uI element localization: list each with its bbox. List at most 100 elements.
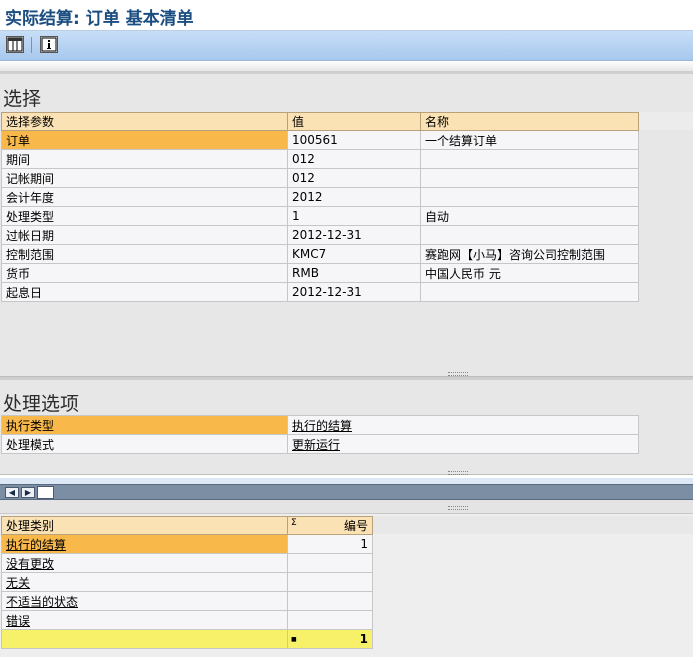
category-header-row: 处理类别 Σ 编号 xyxy=(1,516,373,535)
toolbar-separator xyxy=(31,37,32,53)
layout-icon[interactable] xyxy=(6,36,24,53)
options-title: 处理选项 xyxy=(3,393,80,415)
header-category[interactable]: 处理类别 xyxy=(1,516,288,535)
table-row[interactable]: 起息日 2012-12-31 xyxy=(1,282,639,302)
param-cell[interactable]: 会计年度 xyxy=(1,187,288,207)
name-cell[interactable] xyxy=(420,168,639,188)
name-cell[interactable] xyxy=(420,225,639,245)
splitter-grip[interactable] xyxy=(448,471,468,475)
category-link[interactable]: 错误 xyxy=(6,614,30,628)
scroll-left-button[interactable]: ◀ xyxy=(5,487,19,498)
count-cell[interactable] xyxy=(287,591,373,611)
param-cell[interactable]: 处理类型 xyxy=(1,206,288,226)
value-cell[interactable]: 100561 xyxy=(287,130,421,150)
option-value[interactable]: 更新运行 xyxy=(287,434,639,454)
category-link[interactable]: 不适当的状态 xyxy=(6,595,78,609)
scroll-right-button[interactable]: ▶ xyxy=(21,487,35,498)
value-cell[interactable]: 1 xyxy=(287,206,421,226)
value-cell[interactable]: RMB xyxy=(287,263,421,283)
value-cell[interactable]: KMC7 xyxy=(287,244,421,264)
value-cell[interactable]: 2012-12-31 xyxy=(287,225,421,245)
selection-header-row: 选择参数 值 名称 xyxy=(1,112,639,131)
category-cell[interactable]: 不适当的状态 xyxy=(1,591,288,611)
param-cell[interactable]: 过帐日期 xyxy=(1,225,288,245)
param-cell[interactable]: 期间 xyxy=(1,149,288,169)
table-row[interactable]: 会计年度 2012 xyxy=(1,187,639,207)
option-label[interactable]: 处理模式 xyxy=(1,434,288,454)
selection-title: 选择 xyxy=(3,88,42,110)
window-title: 实际结算: 订单 基本清单 xyxy=(5,9,194,29)
option-label[interactable]: 执行类型 xyxy=(1,415,288,435)
count-cell[interactable]: 1 xyxy=(287,534,373,554)
table-row[interactable]: 执行的结算 1 xyxy=(1,534,373,554)
category-link[interactable]: 执行的结算 xyxy=(6,538,66,552)
category-area: 处理类别 Σ 编号 执行的结算 1 没有更改 无关 不适当的状态 错误 ■ 1 xyxy=(0,514,693,657)
category-cell[interactable]: 无关 xyxy=(1,572,288,592)
table-row[interactable]: 执行类型 执行的结算 xyxy=(1,415,639,435)
param-cell[interactable]: 控制范围 xyxy=(1,244,288,264)
param-cell[interactable]: 起息日 xyxy=(1,282,288,302)
total-row[interactable]: ■ 1 xyxy=(1,629,373,649)
value-cell[interactable]: 012 xyxy=(287,168,421,188)
table-row[interactable]: 过帐日期 2012-12-31 xyxy=(1,225,639,245)
param-cell[interactable]: 记帐期间 xyxy=(1,168,288,188)
category-cell[interactable]: 错误 xyxy=(1,610,288,630)
category-cell[interactable]: 没有更改 xyxy=(1,553,288,573)
header-count-label: 编号 xyxy=(343,519,368,533)
table-row[interactable]: 处理类型 1 自动 xyxy=(1,206,639,226)
title-bar: 实际结算: 订单 基本清单 xyxy=(0,0,693,31)
header-name[interactable]: 名称 xyxy=(420,112,639,131)
name-cell[interactable]: 自动 xyxy=(420,206,639,226)
header-value[interactable]: 值 xyxy=(287,112,421,131)
total-label-cell xyxy=(1,629,288,649)
header-count[interactable]: Σ 编号 xyxy=(287,516,373,535)
table-row[interactable]: 错误 xyxy=(1,610,373,630)
sigma-icon: Σ xyxy=(291,518,297,528)
value-cell[interactable]: 2012 xyxy=(287,187,421,207)
table-row[interactable]: 订单 100561 一个结算订单 xyxy=(1,130,639,150)
scroll-thumb[interactable] xyxy=(37,486,54,499)
table-row[interactable]: 不适当的状态 xyxy=(1,591,373,611)
option-value[interactable]: 执行的结算 xyxy=(287,415,639,435)
value-cell[interactable]: 012 xyxy=(287,149,421,169)
count-cell[interactable] xyxy=(287,572,373,592)
table-row[interactable]: 无关 xyxy=(1,572,373,592)
table-row[interactable]: 期间 012 xyxy=(1,149,639,169)
count-cell[interactable] xyxy=(287,553,373,573)
option-link[interactable]: 执行的结算 xyxy=(292,419,352,433)
name-cell[interactable]: 赛跑网【小马】咨询公司控制范围 xyxy=(420,244,639,264)
header-param[interactable]: 选择参数 xyxy=(1,112,288,131)
table-row[interactable]: 控制范围 KMC7 赛跑网【小马】咨询公司控制范围 xyxy=(1,244,639,264)
info-icon[interactable] xyxy=(40,36,58,53)
name-cell[interactable] xyxy=(420,187,639,207)
selection-table: 选择参数 值 名称 订单 100561 一个结算订单 期间 012 记帐期间 0… xyxy=(1,112,639,302)
table-row[interactable]: 记帐期间 012 xyxy=(1,168,639,188)
application-toolbar xyxy=(0,31,693,61)
total-marker-icon: ■ xyxy=(291,636,297,643)
selection-panel: 选择 选择参数 值 名称 订单 100561 一个结算订单 期间 012 记帐期… xyxy=(0,71,693,377)
options-table: 执行类型 执行的结算 处理模式 更新运行 xyxy=(1,415,639,454)
total-value: 1 xyxy=(359,632,368,646)
name-cell[interactable]: 中国人民币 元 xyxy=(420,263,639,283)
splitter-grip[interactable] xyxy=(448,506,468,510)
splitter-grip[interactable] xyxy=(448,372,468,376)
option-link[interactable]: 更新运行 xyxy=(292,438,340,452)
category-table: 处理类别 Σ 编号 执行的结算 1 没有更改 无关 不适当的状态 错误 ■ 1 xyxy=(1,516,373,649)
table-row[interactable]: 没有更改 xyxy=(1,553,373,573)
category-cell[interactable]: 执行的结算 xyxy=(1,534,288,554)
count-cell[interactable] xyxy=(287,610,373,630)
table-row[interactable]: 货币 RMB 中国人民币 元 xyxy=(1,263,639,283)
bottom-splitter[interactable] xyxy=(0,500,693,514)
value-cell[interactable]: 2012-12-31 xyxy=(287,282,421,302)
name-cell[interactable]: 一个结算订单 xyxy=(420,130,639,150)
category-link[interactable]: 没有更改 xyxy=(6,557,54,571)
options-panel: 处理选项 执行类型 执行的结算 处理模式 更新运行 xyxy=(0,377,693,475)
total-cell[interactable]: ■ 1 xyxy=(287,629,373,649)
param-cell[interactable]: 货币 xyxy=(1,263,288,283)
name-cell[interactable] xyxy=(420,149,639,169)
horizontal-scrollbar[interactable]: ◀ ▶ xyxy=(0,484,693,500)
category-link[interactable]: 无关 xyxy=(6,576,30,590)
table-row[interactable]: 处理模式 更新运行 xyxy=(1,434,639,454)
name-cell[interactable] xyxy=(420,282,639,302)
param-cell[interactable]: 订单 xyxy=(1,130,288,150)
